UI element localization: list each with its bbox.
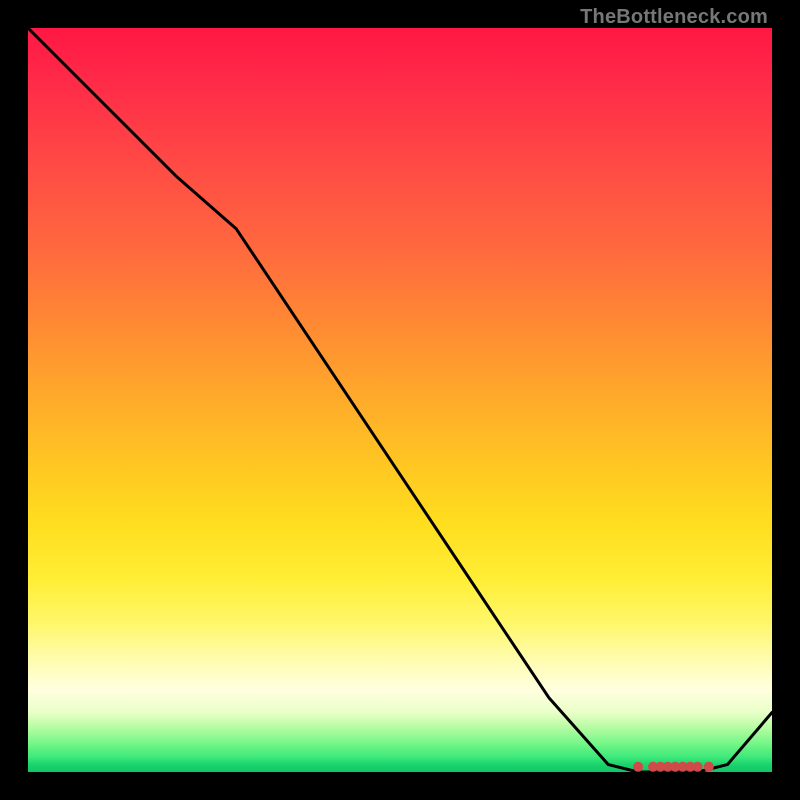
chart-frame: TheBottleneck.com (0, 0, 800, 800)
line-curve (28, 28, 772, 772)
chart-plot-area (28, 28, 772, 772)
chart-marker (704, 762, 714, 772)
chart-marker (633, 762, 643, 772)
chart-line-series (28, 28, 772, 772)
chart-marker (693, 762, 703, 772)
chart-svg (28, 28, 772, 772)
watermark-text: TheBottleneck.com (580, 6, 768, 29)
